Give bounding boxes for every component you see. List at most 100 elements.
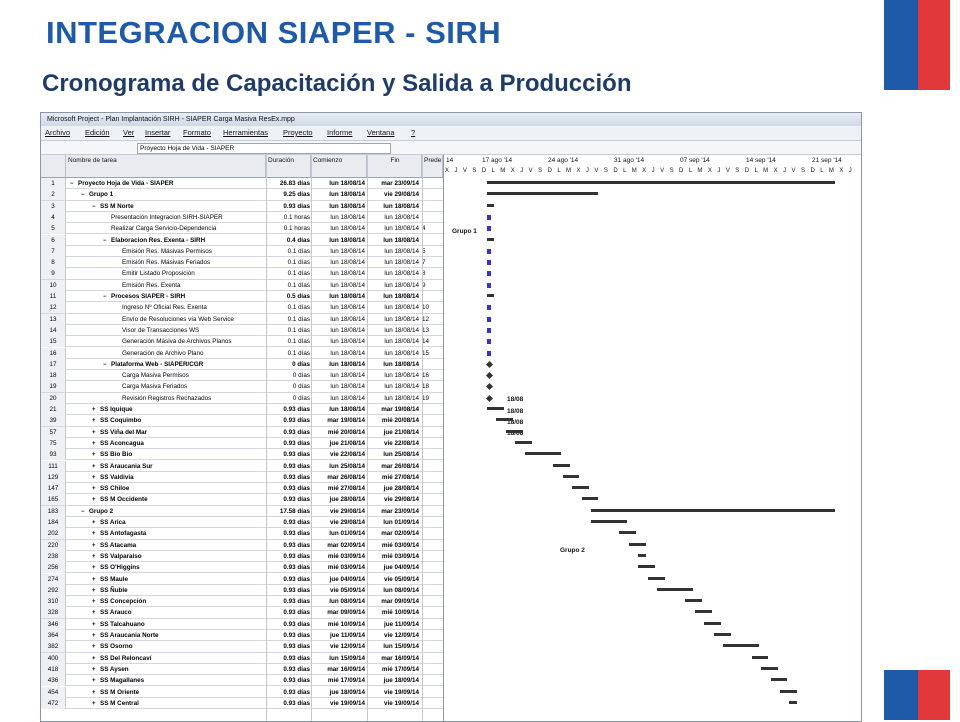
task-end[interactable]: mar 02/09/14 xyxy=(367,528,419,539)
task-start[interactable]: mié 10/09/14 xyxy=(311,619,365,630)
summary-bar[interactable] xyxy=(713,633,731,636)
row-id[interactable]: 129 xyxy=(41,471,66,483)
task-start[interactable]: lun 18/08/14 xyxy=(311,404,365,415)
task-name[interactable]: + SS Arica xyxy=(66,517,292,528)
task-start[interactable]: lun 15/09/14 xyxy=(311,653,365,664)
menu-archivo[interactable]: Archivo xyxy=(45,126,70,140)
task-predecessor[interactable] xyxy=(422,359,442,370)
summary-bar[interactable] xyxy=(723,644,760,648)
task-bar[interactable] xyxy=(487,350,491,356)
summary-bar[interactable] xyxy=(685,599,703,603)
task-start[interactable]: lun 18/08/14 xyxy=(311,235,365,246)
task-predecessor[interactable] xyxy=(422,585,442,596)
expand-icon[interactable]: + xyxy=(92,484,100,494)
task-duration[interactable]: 0.93 días xyxy=(266,551,310,562)
table-row[interactable]: 18 Carga Masiva Permisos 0 días lun 18/08/1… xyxy=(41,370,443,382)
row-id[interactable]: 21 xyxy=(41,404,66,415)
task-predecessor[interactable] xyxy=(422,653,442,664)
task-name[interactable]: − Proyecto Hoja de Vida - SIAPER xyxy=(66,178,270,189)
task-end[interactable]: lun 15/09/14 xyxy=(367,641,419,652)
expand-icon[interactable]: + xyxy=(92,631,100,641)
task-start[interactable]: lun 18/08/14 xyxy=(311,325,365,336)
col-header-start[interactable]: Comienzo xyxy=(311,155,367,177)
task-name[interactable]: + SS Magallanes xyxy=(66,675,292,686)
task-name[interactable]: + SS Del Reloncaví xyxy=(66,653,292,664)
task-start[interactable]: mar 02/09/14 xyxy=(311,540,365,551)
task-predecessor[interactable]: 10 xyxy=(422,302,442,313)
summary-bar[interactable] xyxy=(770,678,788,682)
expand-icon[interactable]: + xyxy=(92,529,100,539)
task-start[interactable]: jue 04/09/14 xyxy=(311,574,365,585)
task-end[interactable]: mar 16/09/14 xyxy=(367,653,419,664)
task-duration[interactable]: 0.1 días xyxy=(266,280,310,291)
summary-bar[interactable] xyxy=(638,553,646,557)
table-row[interactable]: 472 + SS M Central 0.93 días vie 19/09/14 vie… xyxy=(41,697,443,710)
task-name[interactable]: + SS Atacama xyxy=(66,540,292,551)
task-duration[interactable]: 0.93 días xyxy=(266,585,310,596)
task-end[interactable]: jue 18/09/14 xyxy=(367,675,419,686)
task-end[interactable]: jue 04/09/14 xyxy=(367,562,419,573)
task-start[interactable]: lun 18/08/14 xyxy=(311,393,365,404)
task-predecessor[interactable] xyxy=(422,483,442,494)
task-start[interactable]: lun 18/08/14 xyxy=(311,302,365,313)
task-predecessor[interactable] xyxy=(422,574,442,585)
task-end[interactable]: vie 05/09/14 xyxy=(367,574,419,585)
row-id[interactable]: 147 xyxy=(41,483,66,495)
row-id[interactable]: 1 xyxy=(41,178,66,189)
task-predecessor[interactable]: 18 xyxy=(422,381,442,392)
task-end[interactable]: jue 28/08/14 xyxy=(367,483,419,494)
task-predecessor[interactable] xyxy=(422,607,442,618)
summary-bar[interactable] xyxy=(590,520,627,523)
row-id[interactable]: 57 xyxy=(41,426,66,438)
task-end[interactable]: vie 19/09/14 xyxy=(367,687,419,698)
expand-icon[interactable]: + xyxy=(92,699,100,709)
row-id[interactable]: 256 xyxy=(41,562,66,574)
row-id[interactable]: 220 xyxy=(41,539,66,551)
task-duration[interactable]: 9.25 días xyxy=(266,189,310,200)
task-duration[interactable]: 0.4 días xyxy=(266,235,310,246)
summary-bar[interactable] xyxy=(496,418,514,422)
task-end[interactable]: lun 18/08/14 xyxy=(367,201,419,212)
task-start[interactable]: mié 03/09/14 xyxy=(311,562,365,573)
expand-icon[interactable]: + xyxy=(92,450,100,460)
task-end[interactable]: lun 18/08/14 xyxy=(367,325,419,336)
task-name[interactable]: − Grupo 2 xyxy=(66,506,281,517)
task-start[interactable]: jue 28/08/14 xyxy=(311,494,365,505)
task-name[interactable]: + SS Iquique xyxy=(66,404,292,415)
task-start[interactable]: vie 29/08/14 xyxy=(311,506,365,517)
row-id[interactable]: 17 xyxy=(41,358,66,370)
task-predecessor[interactable] xyxy=(422,506,442,517)
task-duration[interactable]: 0.93 días xyxy=(266,664,310,675)
summary-bar[interactable] xyxy=(638,565,656,569)
table-row[interactable]: 165 + SS M Occidente 0.93 días jue 28/08/14 v… xyxy=(41,494,443,506)
menu-edicion[interactable]: Edición xyxy=(85,126,110,140)
task-start[interactable]: mar 09/09/14 xyxy=(311,607,365,618)
task-end[interactable]: mié 03/09/14 xyxy=(367,540,419,551)
table-row[interactable]: 12 Ingreso Nº Oficial Res. Exenta 0.1 días… xyxy=(41,302,443,314)
task-start[interactable]: lun 18/08/14 xyxy=(311,178,365,189)
entry-field[interactable]: Proyecto Hoja de Vida - SIAPER xyxy=(137,143,391,154)
task-end[interactable]: jue 11/09/14 xyxy=(367,619,419,630)
task-start[interactable]: lun 18/08/14 xyxy=(311,381,365,392)
task-predecessor[interactable] xyxy=(422,235,442,246)
task-name[interactable]: + SS Bio Bio xyxy=(66,449,292,460)
task-predecessor[interactable] xyxy=(422,201,442,212)
table-row[interactable]: 19 Carga Masiva Feriados 0 días lun 18/08/1… xyxy=(41,381,443,393)
task-duration[interactable]: 0.93 días xyxy=(266,472,310,483)
task-end[interactable]: mar 26/08/14 xyxy=(367,461,419,472)
summary-bar[interactable] xyxy=(590,508,835,512)
task-duration[interactable]: 0.93 días xyxy=(266,675,310,686)
table-row[interactable]: 16 Generación de Archivo Plano 0.1 días lun… xyxy=(41,347,443,359)
table-row[interactable]: 418 + SS Aysen 0.93 días mar 16/09/14 mié 17/… xyxy=(41,663,443,676)
task-predecessor[interactable]: 4 xyxy=(422,223,442,234)
table-row[interactable]: 57 + SS Viña del Mar 0.93 días mié 20/08/14 j… xyxy=(41,426,443,438)
task-duration[interactable]: 17.58 días xyxy=(266,506,310,517)
task-duration[interactable]: 0.93 días xyxy=(266,201,310,212)
task-bar[interactable] xyxy=(487,316,491,322)
summary-bar[interactable] xyxy=(562,474,580,478)
table-row[interactable]: 310 + SS Concepción 0.93 días lun 08/09/14 ma… xyxy=(41,596,443,608)
expand-icon[interactable]: + xyxy=(92,620,100,630)
task-end[interactable]: lun 18/08/14 xyxy=(367,268,419,279)
task-predecessor[interactable] xyxy=(422,404,442,415)
task-start[interactable]: lun 18/08/14 xyxy=(311,268,365,279)
